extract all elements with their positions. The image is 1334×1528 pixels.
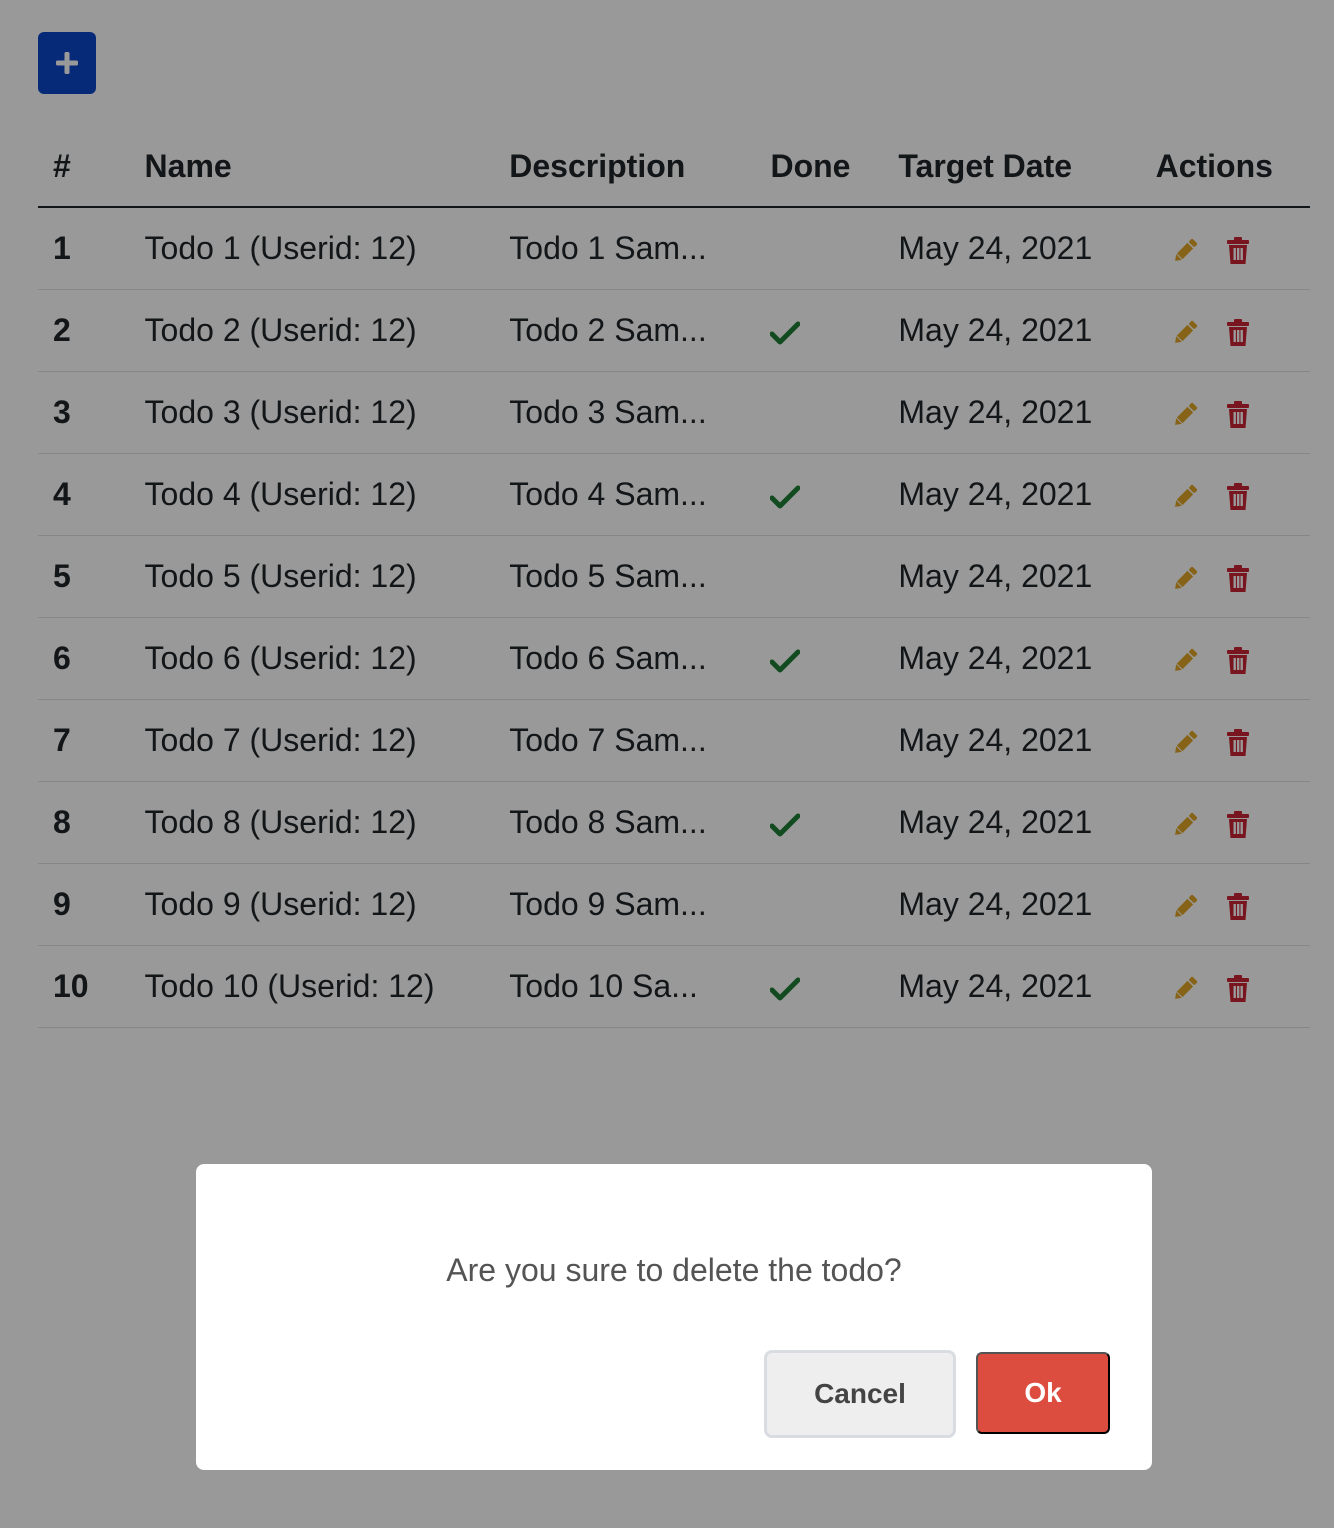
cancel-button[interactable]: Cancel (764, 1350, 956, 1438)
todo-page: # Name Description Done Target Date Acti… (0, 0, 1334, 1528)
confirm-delete-dialog: Are you sure to delete the todo? Cancel … (196, 1164, 1152, 1470)
ok-button[interactable]: Ok (976, 1352, 1110, 1434)
dialog-message: Are you sure to delete the todo? (446, 1252, 902, 1288)
